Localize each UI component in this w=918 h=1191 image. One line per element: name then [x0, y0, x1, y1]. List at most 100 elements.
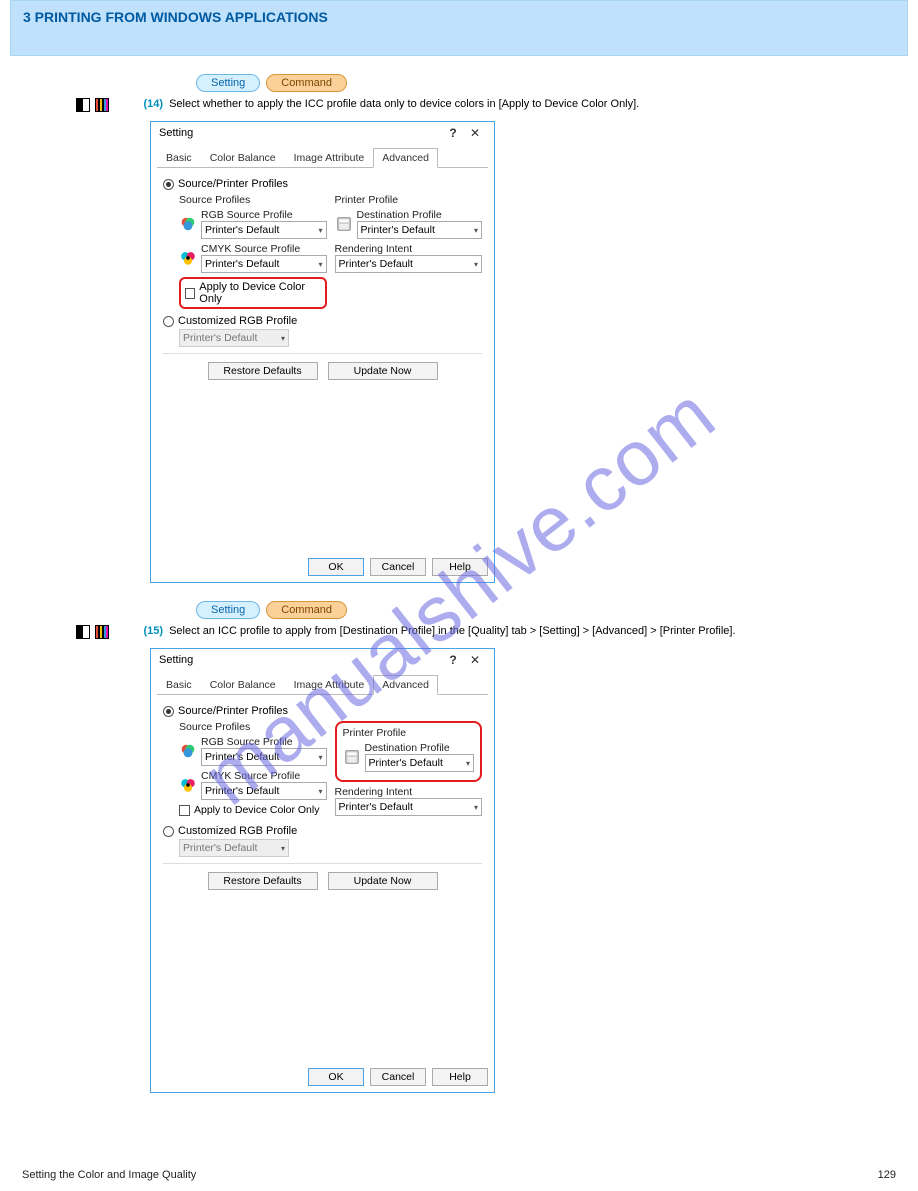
printer-icon [335, 215, 353, 233]
dialog-footer: OK Cancel Help [151, 1062, 494, 1092]
close-button[interactable]: ✕ [464, 653, 486, 667]
bw-square-icon [76, 625, 90, 639]
help-footer-button[interactable]: Help [432, 1068, 488, 1086]
rendering-intent-value: Printer's Default [339, 258, 413, 270]
cancel-button[interactable]: Cancel [370, 558, 426, 576]
tab-advanced[interactable]: Advanced [373, 148, 438, 168]
rendering-intent-dropdown[interactable]: Printer's Default ▾ [335, 255, 483, 273]
custom-rgb-value: Printer's Default [183, 842, 257, 854]
tab-color-balance[interactable]: Color Balance [201, 148, 285, 168]
printer-profile-group: Printer Profile Destination Profile Prin… [335, 194, 483, 309]
tab-color-balance[interactable]: Color Balance [201, 675, 285, 695]
help-button[interactable]: ? [442, 126, 464, 140]
printer-profile-title: Printer Profile [335, 194, 483, 206]
button-bar: Restore Defaults Update Now [163, 362, 482, 380]
step-icons [76, 98, 109, 115]
pill-setting: Setting [196, 74, 260, 92]
radio-icon [163, 179, 174, 190]
cmyk-source-dropdown[interactable]: Printer's Default ▾ [201, 782, 327, 800]
rendering-intent-field: Rendering Intent Printer's Default ▾ [335, 243, 483, 273]
radio-label: Customized RGB Profile [178, 315, 297, 327]
tabbar: Basic Color Balance Image Attribute Adva… [157, 675, 488, 695]
profiles-columns: Source Profiles RGB Source Profile Print… [179, 721, 482, 819]
help-button[interactable]: ? [442, 653, 464, 667]
page-footer-left: Setting the Color and Image Quality [22, 1169, 196, 1181]
rgb-source-value: Printer's Default [205, 224, 279, 236]
titlebar: Setting ? ✕ [151, 649, 494, 671]
cmyk-source-field: CMYK Source Profile Printer's Default ▾ [179, 770, 327, 800]
help-footer-button[interactable]: Help [432, 558, 488, 576]
page-number: 129 [878, 1169, 896, 1181]
radio-source-printer[interactable]: Source/Printer Profiles [163, 705, 482, 717]
custom-rgb-dropdown: Printer's Default ▾ [179, 839, 289, 857]
rgb-circles-icon [179, 215, 197, 233]
pill-setting: Setting [196, 601, 260, 619]
rendering-intent-dropdown[interactable]: Printer's Default ▾ [335, 798, 483, 816]
restore-defaults-button[interactable]: Restore Defaults [208, 872, 318, 890]
radio-label: Source/Printer Profiles [178, 178, 288, 190]
tab-content: Source/Printer Profiles Source Profiles … [157, 167, 488, 546]
cmyk-source-field: CMYK Source Profile Printer's Default ▾ [179, 243, 327, 273]
tab-content: Source/Printer Profiles Source Profiles … [157, 694, 488, 1056]
rgb-source-dropdown[interactable]: Printer's Default ▾ [201, 748, 327, 766]
rendering-intent-value: Printer's Default [339, 801, 413, 813]
step-icons [76, 625, 109, 642]
radio-source-printer[interactable]: Source/Printer Profiles [163, 178, 482, 190]
rendering-intent-field: Rendering Intent Printer's Default ▾ [335, 786, 483, 816]
close-button[interactable]: ✕ [464, 126, 486, 140]
cmyk-circles-icon [179, 776, 197, 794]
cmyk-source-value: Printer's Default [205, 785, 279, 797]
destination-profile-label: Destination Profile [357, 209, 483, 221]
separator [163, 353, 482, 354]
radio-custom-rgb[interactable]: Customized RGB Profile [163, 315, 482, 327]
step-15-pills: Setting Command [196, 601, 918, 619]
restore-defaults-button[interactable]: Restore Defaults [208, 362, 318, 380]
chevron-down-icon: ▾ [318, 753, 322, 762]
rgb-circles-icon [179, 742, 197, 760]
source-profiles-title: Source Profiles [179, 194, 327, 206]
cmyk-source-dropdown[interactable]: Printer's Default ▾ [201, 255, 327, 273]
tab-advanced[interactable]: Advanced [373, 675, 438, 695]
printer-profile-highlight: Printer Profile Destination Profile Prin… [335, 721, 483, 782]
tab-basic[interactable]: Basic [157, 148, 201, 168]
rgb-source-label: RGB Source Profile [201, 209, 327, 221]
profiles-columns: Source Profiles RGB Source Profile Print… [179, 194, 482, 309]
radio-icon [163, 316, 174, 327]
cmyk-source-label: CMYK Source Profile [201, 243, 327, 255]
chevron-down-icon: ▾ [281, 844, 285, 853]
update-now-button[interactable]: Update Now [328, 362, 438, 380]
custom-rgb-value: Printer's Default [183, 332, 257, 344]
radio-custom-rgb[interactable]: Customized RGB Profile [163, 825, 482, 837]
tabbar: Basic Color Balance Image Attribute Adva… [157, 148, 488, 168]
chevron-down-icon: ▾ [474, 226, 478, 235]
chevron-down-icon: ▾ [474, 260, 478, 269]
step-15-text: Select an ICC profile to apply from [Des… [169, 625, 918, 637]
dialog-footer: OK Cancel Help [151, 552, 494, 582]
rgb-source-value: Printer's Default [205, 751, 279, 763]
apply-device-color-label: Apply to Device Color Only [199, 281, 320, 305]
ok-button[interactable]: OK [308, 1068, 364, 1086]
apply-device-color-row[interactable]: Apply to Device Color Only [179, 804, 327, 816]
tab-image-attribute[interactable]: Image Attribute [285, 675, 374, 695]
destination-profile-label: Destination Profile [365, 742, 475, 754]
cancel-button[interactable]: Cancel [370, 1068, 426, 1086]
custom-rgb-dropdown: Printer's Default ▾ [179, 329, 289, 347]
chevron-down-icon: ▾ [281, 334, 285, 343]
source-profiles-group: Source Profiles RGB Source Profile Print… [179, 194, 327, 309]
destination-profile-dropdown[interactable]: Printer's Default ▾ [365, 754, 475, 772]
apply-device-color-checkbox[interactable] [185, 288, 195, 299]
rgb-source-dropdown[interactable]: Printer's Default ▾ [201, 221, 327, 239]
setting-dialog-2: Setting ? ✕ Basic Color Balance Image At… [150, 648, 495, 1093]
destination-profile-field: Destination Profile Printer's Default ▾ [335, 209, 483, 239]
update-now-button[interactable]: Update Now [328, 872, 438, 890]
radio-icon [163, 706, 174, 717]
destination-profile-field: Destination Profile Printer's Default ▾ [343, 742, 475, 772]
destination-profile-dropdown[interactable]: Printer's Default ▾ [357, 221, 483, 239]
tab-image-attribute[interactable]: Image Attribute [285, 148, 374, 168]
rgb-source-field: RGB Source Profile Printer's Default ▾ [179, 736, 327, 766]
ok-button[interactable]: OK [308, 558, 364, 576]
cmyk-circles-icon [179, 249, 197, 267]
apply-device-color-checkbox[interactable] [179, 805, 190, 816]
separator [163, 863, 482, 864]
tab-basic[interactable]: Basic [157, 675, 201, 695]
